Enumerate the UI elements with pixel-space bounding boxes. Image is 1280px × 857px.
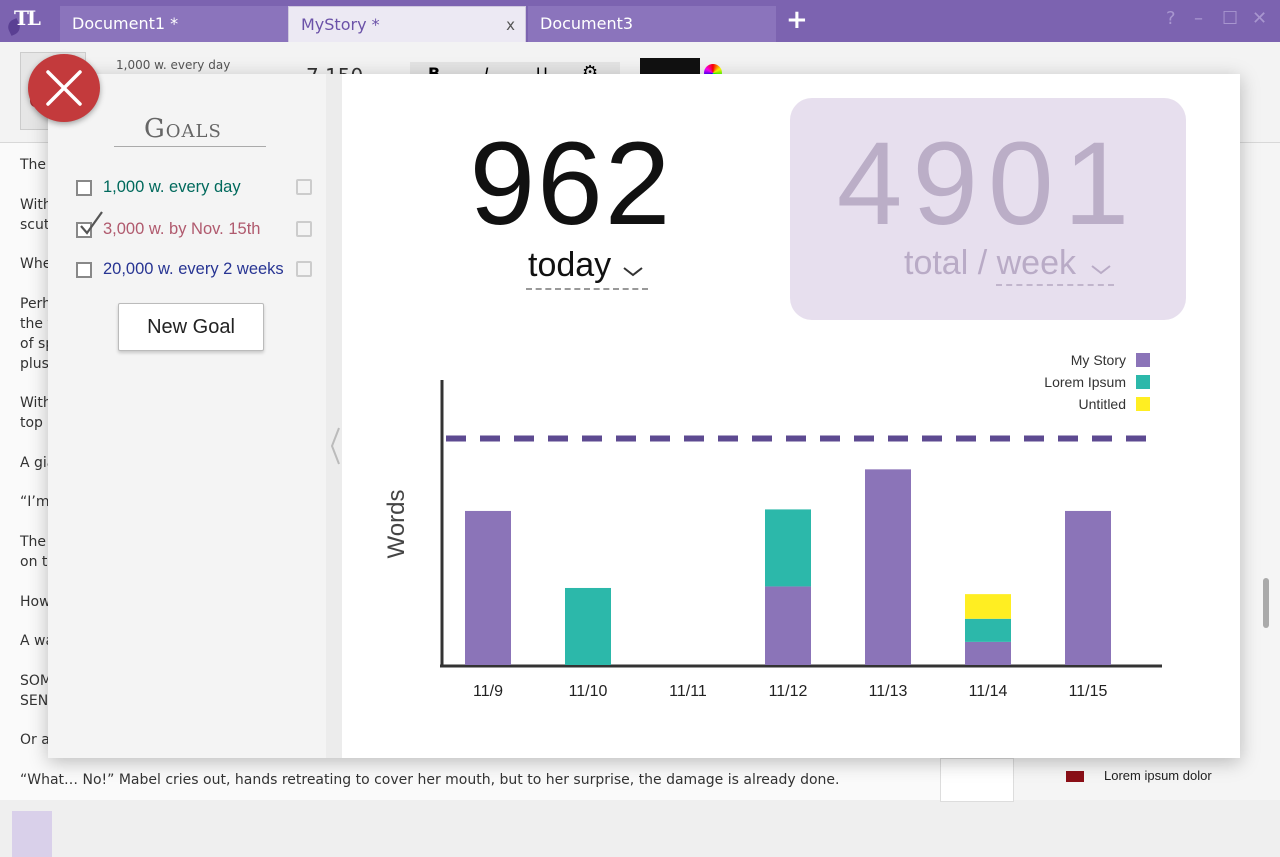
bar-segment [965, 618, 1011, 642]
words-chart: Words 11/9 11/10 11/11 11/12 11/13 11/14 11/15 M… [383, 352, 1162, 700]
legend-label: My Story [1071, 352, 1126, 368]
goal-item[interactable]: 3,000 w. by Nov. 15th [76, 211, 326, 244]
text-line: The [20, 157, 47, 173]
today-word-count: 962 [469, 118, 673, 250]
checkmark-icon [80, 211, 103, 235]
x-tick-label: 11/12 [769, 683, 808, 700]
text-line: Or a [20, 732, 50, 748]
week-period-select[interactable]: total / week [904, 244, 1114, 286]
tab-document1[interactable]: Document1 * [60, 6, 288, 42]
tab-mystory[interactable]: MyStory * x [288, 6, 526, 42]
text-line: Perh [20, 296, 51, 312]
goals-title: Goals [144, 114, 222, 144]
select-underline [996, 284, 1114, 286]
tab-label: Document3 [540, 14, 634, 33]
edit-icon[interactable] [296, 261, 312, 277]
app-logo-text: TL [14, 6, 41, 30]
bar-segment [565, 587, 611, 665]
legend-swatch [1136, 375, 1150, 389]
tab-label: Document1 * [72, 14, 179, 33]
toolbar-goal-text: 1,000 w. every day [116, 58, 231, 72]
goal-checkbox[interactable] [76, 180, 92, 196]
text-line-last: “What… No!” Mabel cries out, hands retre… [20, 772, 840, 788]
goals-panel: Goals 1,000 w. every day 3,000 w. by Nov… [48, 74, 326, 758]
legend-swatch [1136, 397, 1150, 411]
bar-segment [865, 469, 911, 665]
goal-label: 1,000 w. every day [103, 178, 241, 196]
goal-label: 20,000 w. every 2 weeks [103, 260, 284, 278]
close-icon [46, 70, 82, 106]
bar-segment [765, 509, 811, 587]
x-tick-label: 11/13 [869, 683, 908, 700]
today-period-select[interactable]: today [526, 246, 648, 290]
bar-segment [965, 641, 1011, 665]
x-tick-label: 11/9 [473, 683, 503, 700]
scrollbar-thumb[interactable] [1263, 578, 1269, 628]
week-word-count: 4901 [836, 118, 1140, 250]
legend-label: Lorem Ipsum [1044, 374, 1126, 390]
highlight-block [12, 811, 52, 857]
maximize-icon[interactable]: ☐ [1222, 8, 1238, 29]
week-period-label: total / week [904, 244, 1076, 282]
sidebar-legend-label: Lorem ipsum dolor [1104, 768, 1212, 783]
window-close-icon[interactable]: ✕ [1252, 8, 1267, 29]
bar-segment [1065, 510, 1111, 665]
bar-segment [765, 586, 811, 665]
edit-icon[interactable] [296, 179, 312, 195]
x-tick-label: 11/15 [1069, 683, 1108, 700]
chevron-down-icon [1091, 265, 1111, 275]
goal-item[interactable]: 20,000 w. every 2 weeks [76, 260, 326, 284]
text-line: plus [20, 356, 49, 372]
collapse-chevron-icon[interactable] [328, 426, 342, 466]
text-line: How [20, 594, 51, 610]
panel-divider [326, 74, 342, 758]
goals-stats-modal: Goals 1,000 w. every day 3,000 w. by Nov… [48, 74, 1240, 758]
x-tick-label: 11/10 [569, 683, 608, 700]
y-axis-label: Words [383, 490, 410, 559]
x-tick-label: 11/14 [969, 683, 1008, 700]
help-icon[interactable]: ? [1166, 8, 1176, 29]
legend-swatch [1066, 771, 1084, 782]
edit-icon[interactable] [296, 221, 312, 237]
week-stat-card: 4901 total / week [790, 98, 1186, 320]
text-line: “I’m [20, 494, 50, 510]
new-tab-plus-icon[interactable]: + [786, 6, 808, 34]
new-goal-button[interactable]: New Goal [118, 303, 264, 351]
title-bar: TL Document1 * MyStory * x Document3 + ?… [0, 0, 1280, 42]
goal-checkbox[interactable] [76, 262, 92, 278]
bar-segment [965, 594, 1011, 619]
tab-label: MyStory * [301, 15, 380, 34]
x-tick-label: 11/11 [669, 683, 707, 700]
app-logo[interactable]: TL [5, 6, 41, 36]
page-thumbnail[interactable] [940, 758, 1014, 802]
goal-item[interactable]: 1,000 w. every day [76, 178, 326, 202]
text-line: The [20, 534, 47, 550]
goals-title-underline [114, 146, 266, 147]
bar-segment [465, 510, 511, 665]
minimize-icon[interactable]: – [1194, 8, 1203, 29]
text-line: scut [20, 217, 50, 233]
close-modal-button[interactable] [28, 54, 100, 122]
tab-document3[interactable]: Document3 [528, 6, 776, 42]
text-line: SEN [20, 693, 49, 709]
today-period-label: today [528, 246, 612, 284]
text-line: Whe [20, 256, 52, 272]
chevron-down-icon [623, 267, 643, 277]
goal-label: 3,000 w. by Nov. 15th [103, 220, 261, 238]
legend-label: Untitled [1079, 396, 1126, 412]
legend-swatch [1136, 353, 1150, 367]
tab-close-icon[interactable]: x [506, 7, 515, 43]
